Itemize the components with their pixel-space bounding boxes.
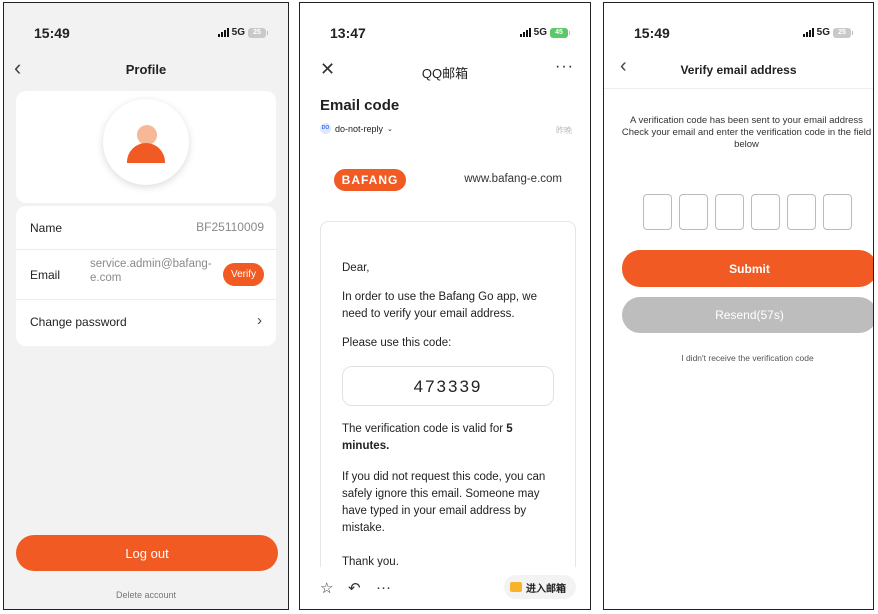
email-paragraph-2: Please use this code: [342, 337, 452, 349]
network-label: 5G [231, 27, 245, 38]
battery-icon: 45 [550, 27, 570, 38]
code-digit-5[interactable] [787, 194, 816, 230]
verify-screen: 15:49 5G 25 ‹ Verify email address A ver… [603, 2, 874, 610]
signal-indicator: 5G 45 [519, 27, 570, 38]
enter-mailbox-button[interactable]: 进入邮箱 [504, 575, 576, 599]
code-digit-6[interactable] [823, 194, 852, 230]
enter-mailbox-label: 进入邮箱 [526, 583, 566, 595]
delete-account-link[interactable]: Delete account [4, 590, 288, 600]
mailbox-icon [510, 582, 522, 592]
verification-code: 473339 [342, 366, 554, 406]
status-time: 15:49 [34, 25, 70, 41]
battery-icon: 25 [248, 27, 268, 38]
page-title: QQ邮箱 [421, 66, 469, 81]
code-digit-3[interactable] [715, 194, 744, 230]
avatar-card [16, 91, 276, 203]
chevron-right-icon: › [257, 312, 262, 329]
instruction-line-2: Check your email and enter the verificat… [621, 127, 872, 150]
bafang-logo: BAFANG [334, 169, 406, 191]
email-paragraph-4: If you did not request this code, you ca… [342, 471, 546, 534]
code-digit-2[interactable] [679, 194, 708, 230]
code-input[interactable] [643, 194, 852, 230]
email-label: Email [30, 268, 61, 282]
page-title: Verify email address [680, 63, 797, 77]
sender-avatar: DO [320, 123, 331, 134]
avatar-head-icon [137, 125, 157, 145]
email-row: Email service.admin@bafang-e.com Verify [16, 250, 276, 300]
email-body-card: Dear, In order to use the Bafang Go app,… [320, 221, 576, 609]
code-digit-1[interactable] [643, 194, 672, 230]
network-label: 5G [533, 27, 547, 38]
star-icon[interactable]: ☆ [320, 579, 333, 597]
profile-screen: 15:49 5G 25 ‹ Profile Name BF25110009 Em… [3, 2, 289, 610]
mail-bottom-bar: ☆ ↶ ··· 进入邮箱 [300, 567, 590, 609]
network-label: 5G [816, 27, 830, 38]
email-paragraph-1: In order to use the Bafang Go app, we ne… [342, 291, 537, 320]
status-bar: 15:49 5G 25 [4, 3, 288, 51]
avatar[interactable] [103, 99, 189, 185]
battery-icon: 25 [833, 27, 853, 38]
logout-button[interactable]: Log out [16, 535, 278, 571]
website-link[interactable]: www.bafang-e.com [464, 173, 562, 185]
change-password-row[interactable]: Change password › [16, 300, 276, 344]
name-label: Name [30, 221, 63, 235]
resend-button[interactable]: Resend(57s) [622, 297, 873, 333]
instruction-line-1: A verification code has been sent to you… [630, 115, 863, 126]
sender-info[interactable]: DO do-not-reply ⌄ [320, 123, 393, 134]
signal-icon [217, 28, 229, 37]
signal-icon [802, 28, 814, 37]
nav-bar: ‹ Profile [4, 53, 288, 89]
status-time: 15:49 [634, 25, 670, 41]
email-value: service.admin@bafang-e.com [90, 258, 212, 284]
submit-button[interactable]: Submit [622, 250, 873, 287]
more-icon[interactable]: ··· [555, 58, 574, 76]
verify-button[interactable]: Verify [222, 263, 264, 286]
account-info-card: Name BF25110009 Email service.admin@bafa… [16, 206, 276, 346]
avatar-body-icon [127, 143, 165, 163]
mail-screen: 13:47 5G 45 ✕ QQ邮箱 ··· Email code DO do-… [299, 2, 591, 610]
code-digit-4[interactable] [751, 194, 780, 230]
signal-icon [519, 28, 531, 37]
email-greeting: Dear, [342, 262, 370, 274]
chevron-down-icon: ⌄ [387, 125, 393, 133]
validity-text: The verification code is valid for [342, 423, 507, 435]
name-value: BF25110009 [196, 220, 264, 234]
page-title: Profile [125, 62, 167, 77]
change-password-label: Change password [30, 315, 127, 329]
email-paragraph-3: The verification code is valid for 5 min… [342, 421, 560, 455]
status-bar: 15:49 5G 25 [604, 3, 873, 51]
status-bar: 13:47 5G 45 [300, 3, 590, 51]
email-subject: Email code [320, 97, 400, 114]
instruction-text: A verification code has been sent to you… [620, 115, 873, 151]
signal-indicator: 5G 25 [217, 27, 268, 38]
sender-name: do-not-reply [335, 123, 384, 134]
email-date: 昨晚 [556, 126, 572, 135]
more-icon[interactable]: ··· [376, 579, 391, 596]
name-row: Name BF25110009 [16, 206, 276, 250]
nav-bar: ‹ Verify email address [604, 53, 873, 89]
mail-nav-bar: ✕ QQ邮箱 ··· [300, 53, 590, 87]
signal-indicator: 5G 25 [802, 27, 853, 38]
no-code-link[interactable]: I didn't receive the verification code [622, 353, 873, 363]
status-time: 13:47 [330, 25, 366, 41]
reply-icon[interactable]: ↶ [348, 579, 361, 597]
